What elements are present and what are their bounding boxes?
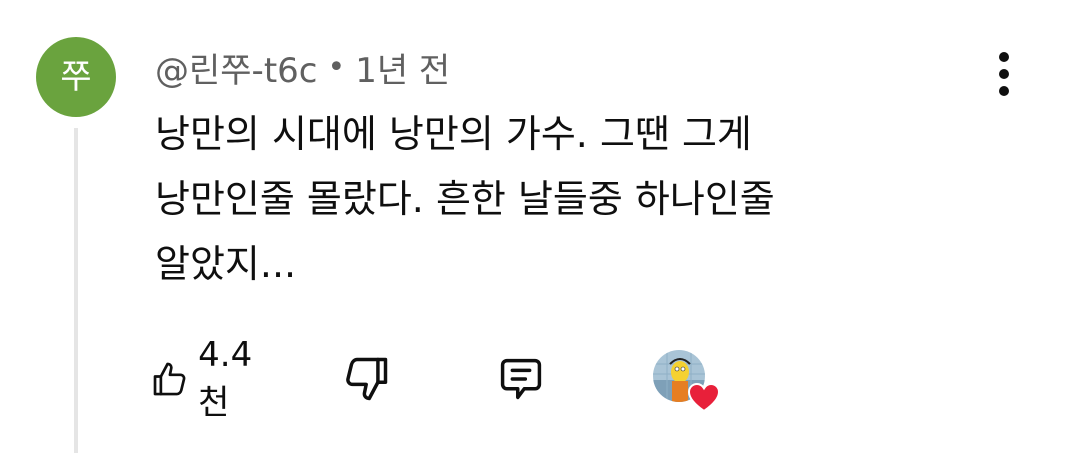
author-avatar[interactable]: 쭈: [36, 37, 116, 117]
comment-text: 낭만의 시대에 낭만의 가수. 그땐 그게 낭만인줄 몰랐다. 흔한 날들중 하…: [155, 102, 955, 297]
author-initial: 쭈: [60, 57, 92, 97]
comment-line: 낭만인줄 몰랐다. 흔한 날들중 하나인줄: [155, 177, 775, 221]
comment-timestamp[interactable]: 1년 전: [355, 43, 450, 92]
separator-dot: •: [327, 49, 346, 85]
comment-line: 알았지...: [155, 242, 297, 286]
like-count: 4.4천: [198, 334, 253, 423]
more-vertical-icon: [999, 52, 1009, 96]
dislike-button[interactable]: [340, 344, 392, 414]
creator-heart-badge[interactable]: [653, 350, 723, 414]
like-button[interactable]: 4.4천: [150, 335, 264, 423]
comment-header: @린쭈-t6c • 1년 전: [155, 42, 450, 92]
heart-icon: [688, 383, 720, 413]
comment-thread: 쭈 @린쭈-t6c • 1년 전 낭만의 시대에 낭만의 가수. 그땐 그게 낭…: [0, 0, 1080, 453]
reply-button[interactable]: [495, 344, 547, 414]
thumbs-up-icon: [153, 362, 186, 396]
author-handle[interactable]: @린쭈-t6c: [155, 43, 318, 92]
thumbs-down-icon: [346, 357, 388, 401]
thread-line: [74, 128, 78, 453]
reply-comment-icon: [500, 358, 542, 400]
more-options-button[interactable]: [980, 45, 1028, 103]
comment-line: 낭만의 시대에 낭만의 가수. 그땐 그게: [155, 112, 752, 156]
